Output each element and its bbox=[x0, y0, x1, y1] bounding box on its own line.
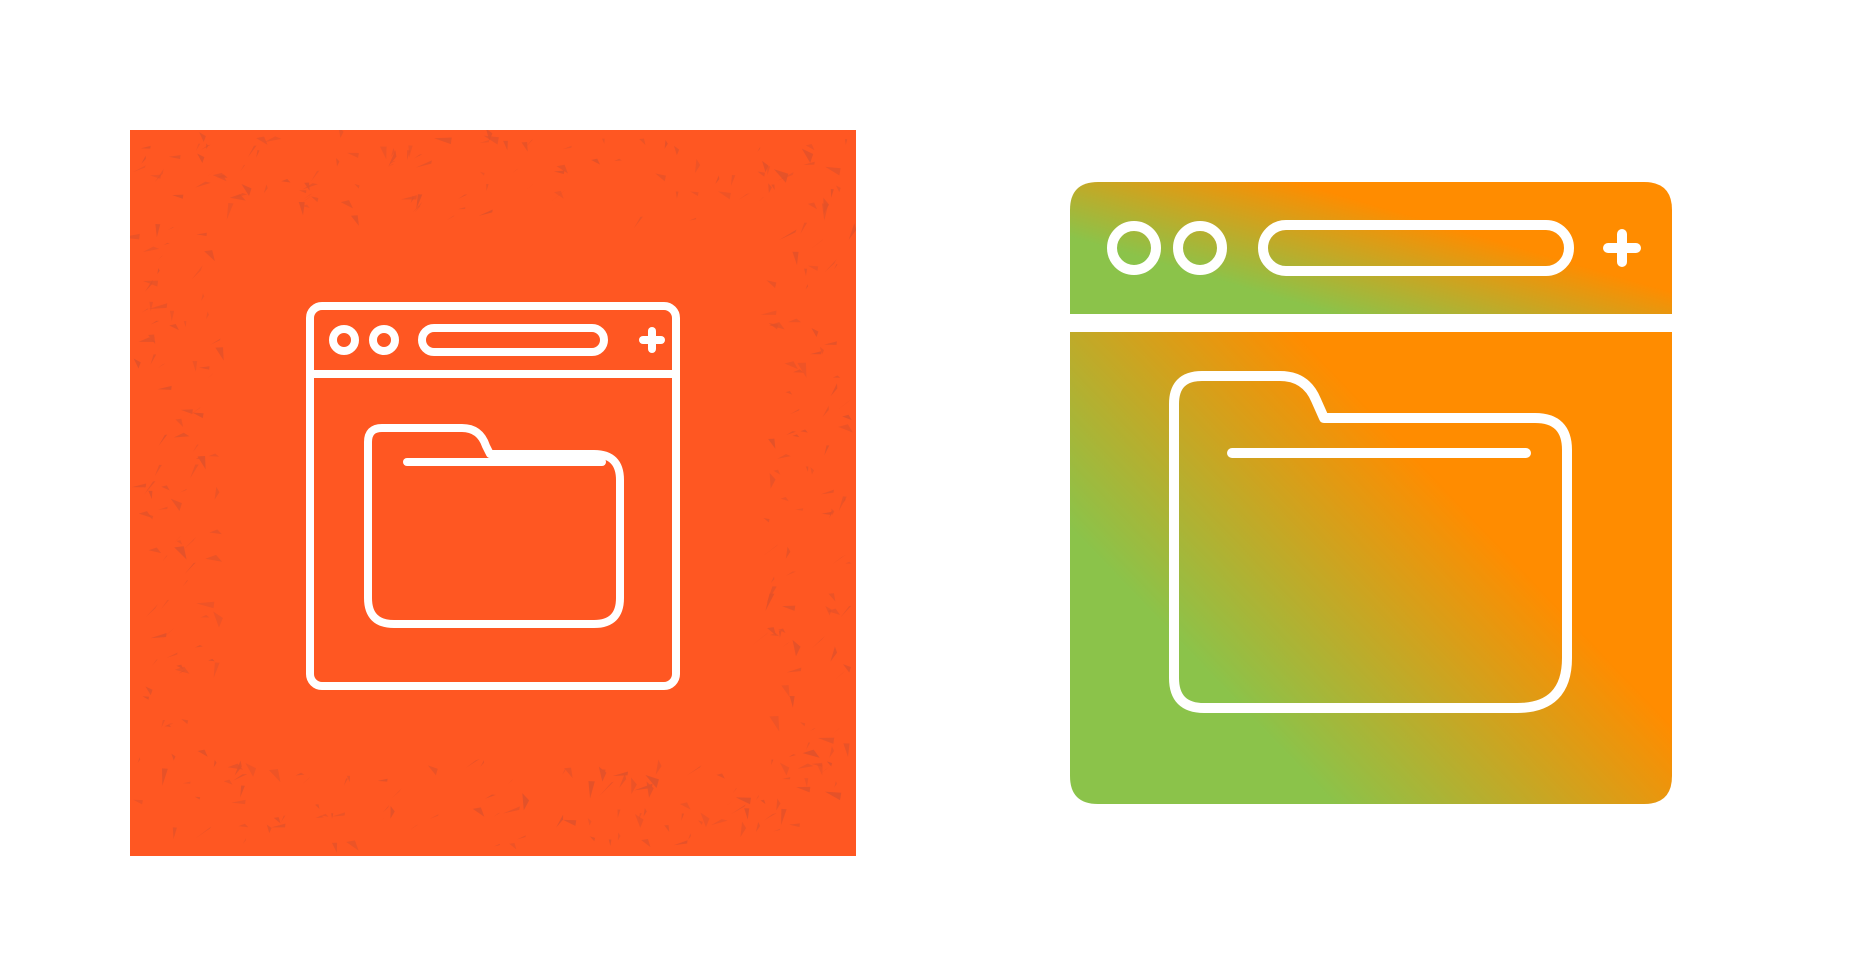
orange-background bbox=[130, 130, 856, 856]
browser-folder-line-icon bbox=[130, 130, 856, 856]
browser-folder-icon-orange bbox=[130, 130, 856, 856]
window-body bbox=[1070, 332, 1672, 804]
browser-folder-icon-gradient bbox=[1070, 182, 1672, 804]
browser-folder-gradient-icon bbox=[1070, 182, 1672, 804]
icon-showcase bbox=[0, 0, 1854, 980]
